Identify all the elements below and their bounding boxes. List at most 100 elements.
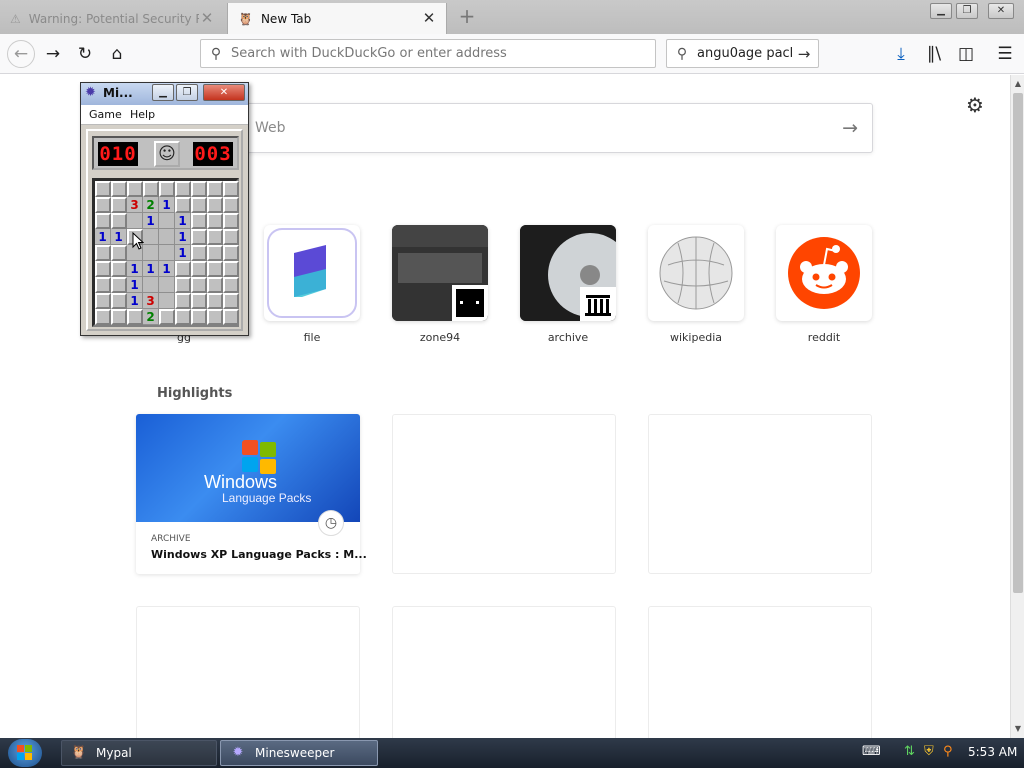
minefield-cell-hidden[interactable] [95, 309, 111, 325]
scrollbar-thumb[interactable] [1013, 93, 1023, 593]
minefield-cell-hidden[interactable] [207, 277, 223, 293]
web-search-box[interactable]: → [236, 103, 873, 153]
minefield-cell-hidden[interactable] [207, 197, 223, 213]
minefield-cell-open[interactable] [127, 213, 143, 229]
minefield-cell-hidden[interactable] [207, 261, 223, 277]
smiley-face-button[interactable]: ☺ [154, 141, 180, 167]
minefield-cell-hidden[interactable] [95, 181, 111, 197]
minefield-cell-open[interactable]: 3 [143, 293, 159, 309]
minefield-cell-hidden[interactable] [111, 277, 127, 293]
top-site-reddit[interactable] [776, 225, 872, 321]
minefield-cell-open[interactable]: 2 [143, 197, 159, 213]
minefield-cell-open[interactable]: 1 [175, 229, 191, 245]
minefield-cell-hidden[interactable] [95, 277, 111, 293]
top-site-file[interactable] [264, 225, 360, 321]
downloads-icon[interactable]: ⤓ [888, 42, 914, 66]
minefield-cell-hidden[interactable] [223, 293, 239, 309]
minefield-cell-hidden[interactable] [207, 293, 223, 309]
minefield-cell-hidden[interactable] [223, 213, 239, 229]
minefield-cell-hidden[interactable] [159, 181, 175, 197]
minefield-cell-open[interactable] [159, 293, 175, 309]
minefield-cell-hidden[interactable] [111, 261, 127, 277]
minefield-cell-hidden[interactable] [143, 181, 159, 197]
minefield-cell-hidden[interactable] [95, 293, 111, 309]
search-tray-icon[interactable]: ⚲ [943, 744, 953, 759]
minefield-cell-hidden[interactable] [127, 181, 143, 197]
url-input[interactable] [231, 46, 631, 61]
minefield-cell-hidden[interactable] [191, 229, 207, 245]
minefield-cell-hidden[interactable] [191, 277, 207, 293]
minefield-cell-open[interactable]: 1 [127, 293, 143, 309]
minefield-cell-hidden[interactable] [159, 309, 175, 325]
top-site-zone94[interactable] [392, 225, 488, 321]
minefield-cell-hidden[interactable] [95, 197, 111, 213]
minefield-cell-hidden[interactable] [223, 277, 239, 293]
top-site-archive[interactable] [520, 225, 616, 321]
minefield-cell-hidden[interactable] [175, 293, 191, 309]
settings-gear-icon[interactable]: ⚙ [966, 93, 984, 117]
minefield-cell-open[interactable] [159, 229, 175, 245]
minefield-cell-hidden[interactable] [95, 261, 111, 277]
tab-new-tab[interactable]: 🦉 New Tab ✕ [227, 3, 447, 34]
minesweeper-window[interactable]: ✹ Mi... ▁ ❐ ✕ Game Help 010 ☺ 003 321111… [80, 82, 249, 336]
minefield-cell-hidden[interactable] [95, 245, 111, 261]
search-input[interactable] [697, 46, 792, 61]
minefield-cell-hidden[interactable] [111, 309, 127, 325]
web-search-arrow-icon[interactable]: → [842, 117, 858, 139]
minefield-cell-hidden[interactable] [223, 261, 239, 277]
minefield-cell-hidden[interactable] [175, 197, 191, 213]
minefield-cell-open[interactable]: 1 [175, 213, 191, 229]
minefield-cell-open[interactable]: 1 [143, 213, 159, 229]
minefield-cell-hidden[interactable] [175, 309, 191, 325]
window-minimize-button[interactable]: ▁ [930, 3, 952, 19]
top-site-wikipedia[interactable] [648, 225, 744, 321]
close-tab-icon[interactable]: ✕ [420, 9, 438, 27]
minefield-cell-open[interactable]: 3 [127, 197, 143, 213]
minefield-cell-hidden[interactable] [191, 213, 207, 229]
minefield-cell-open[interactable]: 1 [127, 277, 143, 293]
close-tab-icon[interactable]: ✕ [198, 9, 216, 27]
minefield-cell-hidden[interactable] [175, 181, 191, 197]
minefield-cell-hidden[interactable] [207, 309, 223, 325]
minefield-cell-open[interactable]: 1 [143, 261, 159, 277]
page-scrollbar[interactable]: ▲ ▼ [1010, 75, 1024, 738]
back-button[interactable]: ← [7, 40, 35, 68]
minefield-cell-open[interactable]: 1 [95, 229, 111, 245]
menu-game[interactable]: Game [89, 108, 122, 121]
scroll-up-arrow-icon[interactable]: ▲ [1011, 77, 1024, 91]
minefield-cell-open[interactable]: 1 [175, 245, 191, 261]
minefield-cell-open[interactable]: 1 [127, 261, 143, 277]
minefield-cell-open[interactable]: 1 [159, 261, 175, 277]
minefield-cell-hidden[interactable] [95, 213, 111, 229]
minefield-cell-hidden[interactable] [191, 309, 207, 325]
reload-button[interactable]: ↻ [72, 42, 98, 66]
minefield-cell-hidden[interactable] [111, 181, 127, 197]
home-button[interactable]: ⌂ [104, 42, 130, 66]
web-search-input[interactable] [255, 120, 815, 136]
scroll-down-arrow-icon[interactable]: ▼ [1011, 722, 1024, 736]
minesweeper-close-button[interactable]: ✕ [203, 84, 245, 101]
new-tab-plus-icon[interactable]: + [456, 4, 478, 28]
minefield-cell-open[interactable] [143, 229, 159, 245]
minefield-cell-open[interactable] [159, 245, 175, 261]
minefield-cell-hidden[interactable] [175, 261, 191, 277]
taskbar-item-mypal[interactable]: 🦉 Mypal [61, 740, 217, 766]
search-bar[interactable]: ⚲ → [666, 39, 819, 68]
minefield-cell-open[interactable] [143, 277, 159, 293]
minefield-cell-hidden[interactable] [111, 213, 127, 229]
minefield-cell-open[interactable] [143, 245, 159, 261]
security-shield-icon[interactable]: ⛨ [924, 744, 934, 759]
menu-help[interactable]: Help [130, 108, 155, 121]
search-go-arrow-icon[interactable]: → [792, 45, 816, 63]
minefield-cell-open[interactable] [159, 277, 175, 293]
taskbar-item-minesweeper[interactable]: ✹ Minesweeper [220, 740, 378, 766]
minefield-cell-hidden[interactable] [223, 197, 239, 213]
window-maximize-button[interactable]: ❐ [956, 3, 978, 19]
library-icon[interactable]: ∥\ [921, 42, 947, 66]
highlight-card[interactable]: Windows Language Packs ◷ ARCHIVE Windows… [136, 414, 367, 574]
minesweeper-minimize-button[interactable]: ▁ [152, 84, 174, 101]
start-button[interactable] [8, 739, 42, 767]
minefield-cell-hidden[interactable] [175, 277, 191, 293]
minesweeper-maximize-button[interactable]: ❐ [176, 84, 198, 101]
window-close-button[interactable]: ✕ [988, 3, 1014, 19]
